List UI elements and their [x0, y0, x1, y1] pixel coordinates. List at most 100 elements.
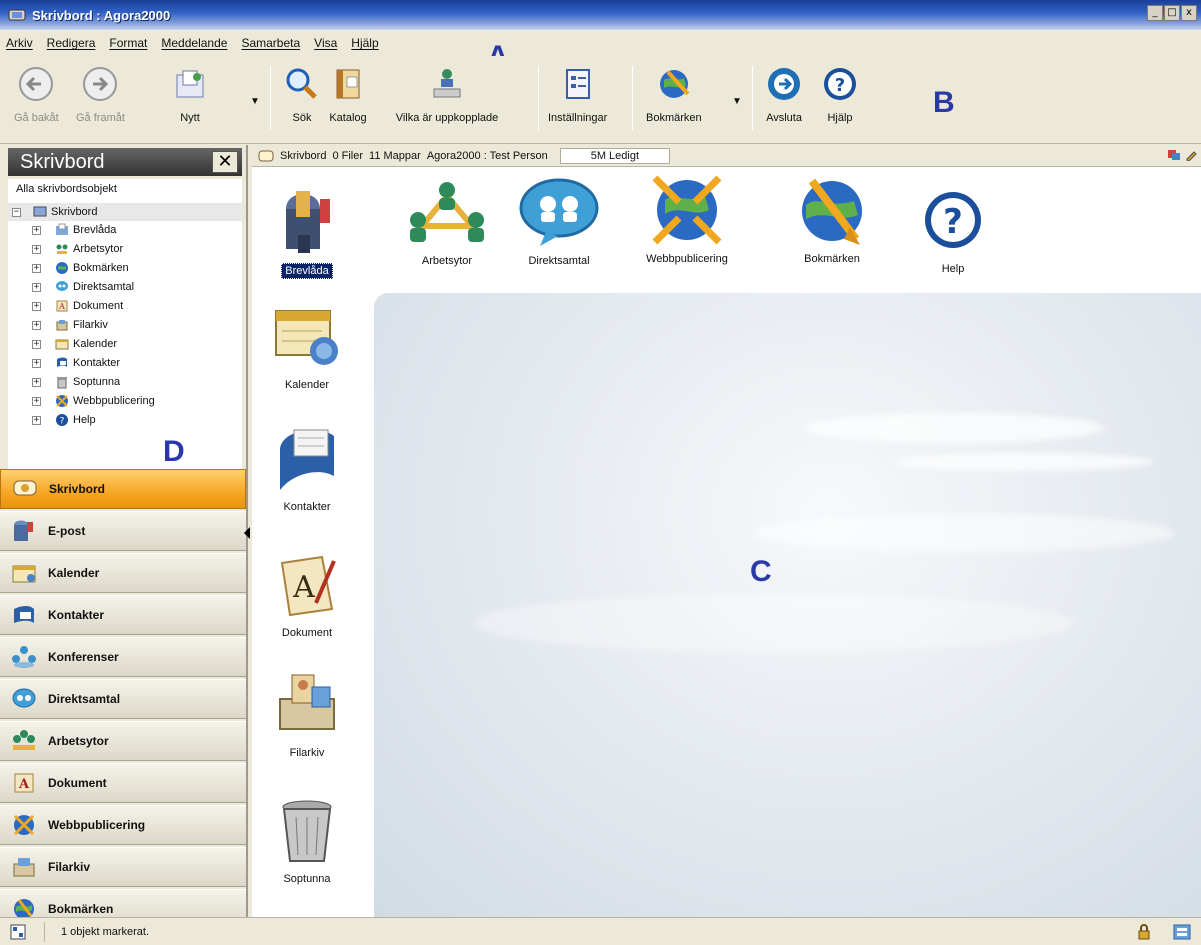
- nav-webbpublicering[interactable]: Webbpublicering: [0, 805, 246, 845]
- menu-visa[interactable]: Visa: [314, 36, 337, 50]
- bookmarks-dropdown-arrow[interactable]: ▼: [732, 96, 742, 107]
- desktop-icon-direktsamtal[interactable]: Direktsamtal: [514, 177, 604, 267]
- desktop-icon-label: Arbetsytor: [421, 255, 473, 267]
- desktop-icon-label: Kalender: [284, 379, 330, 391]
- nav-label: Direktsamtal: [48, 692, 121, 706]
- tree-item-label: Arbetsytor: [73, 243, 124, 255]
- desktop-icon-help[interactable]: ? Help: [918, 185, 988, 275]
- mailbox-icon: [56, 223, 68, 235]
- calendar-icon: [12, 565, 36, 583]
- exit-button[interactable]: Avsluta: [762, 62, 806, 124]
- tree-item-help[interactable]: +? Help: [32, 411, 96, 429]
- tree-item-label: Kontakter: [73, 357, 121, 369]
- address-path: Skrivbord: [280, 149, 327, 162]
- nav-kontakter[interactable]: Kontakter: [0, 595, 246, 635]
- back-button[interactable]: Gå bakåt: [14, 62, 59, 124]
- file-archive-icon: [279, 674, 335, 730]
- nav-label: Konferenser: [48, 650, 119, 664]
- svg-text:?: ?: [835, 75, 845, 96]
- globe-icon: [802, 178, 862, 245]
- tree-collapse-icon[interactable]: −: [12, 207, 21, 217]
- toolbar: Gå bakåt Gå framåt Nytt ▼ Sök Katalog Vi…: [0, 56, 1201, 144]
- tree-item-soptunna[interactable]: + Soptunna: [32, 373, 120, 391]
- tree-item-kalender[interactable]: + Kalender: [32, 335, 117, 353]
- nav-arbetsytor[interactable]: Arbetsytor: [0, 721, 246, 761]
- tree-root-label: Skrivbord: [51, 206, 98, 218]
- left-pane-close-button[interactable]: ✕: [212, 151, 238, 173]
- new-dropdown-arrow[interactable]: ▼: [250, 96, 260, 107]
- menu-meddelande[interactable]: Meddelande: [161, 36, 227, 50]
- forward-arrow-icon: [83, 67, 118, 101]
- desktop-icon-arbetsytor[interactable]: Arbetsytor: [402, 177, 492, 267]
- nav-dokument[interactable]: A Dokument: [0, 763, 246, 803]
- desktop-icon-label: Help: [941, 263, 965, 275]
- tree-item-dokument[interactable]: + A Dokument: [32, 297, 123, 315]
- desktop-icon-bokmarken[interactable]: Bokmärken: [790, 175, 874, 265]
- settings-form-icon: [565, 69, 590, 99]
- calendar-icon: [55, 339, 69, 350]
- desktop-icon-kalender[interactable]: Kalender: [272, 301, 342, 391]
- nav-kalender[interactable]: Kalender: [0, 553, 246, 593]
- search-button[interactable]: Sök: [280, 62, 324, 124]
- help-icon: ?: [824, 68, 856, 100]
- desktop-icon-kontakter[interactable]: Kontakter: [272, 423, 342, 513]
- minimize-button[interactable]: _: [1147, 5, 1163, 21]
- settings-button[interactable]: Inställningar: [548, 62, 607, 124]
- contacts-icon: [14, 606, 34, 623]
- status-grid-icon: [10, 924, 26, 939]
- document-icon: A: [280, 555, 336, 617]
- catalog-button[interactable]: Katalog: [326, 62, 370, 124]
- desktop-icon-soptunna[interactable]: Soptunna: [272, 795, 342, 885]
- desktop-icon-label: Direktsamtal: [528, 255, 590, 267]
- online-users-button[interactable]: Vilka är uppkopplade: [372, 62, 522, 124]
- menu-format[interactable]: Format: [109, 36, 147, 50]
- tree-all-objects[interactable]: Alla skrivbordsobjekt: [8, 179, 242, 199]
- menu-samarbeta[interactable]: Samarbeta: [241, 36, 300, 50]
- collapse-pane-arrow[interactable]: [244, 527, 250, 539]
- trash-icon: [57, 377, 67, 389]
- nav-konferenser[interactable]: Konferenser: [0, 637, 246, 677]
- menu-redigera[interactable]: Redigera: [47, 36, 96, 50]
- menu-arkiv[interactable]: Arkiv: [6, 36, 33, 50]
- tree-item-bokmarken[interactable]: + Bokmärken: [32, 259, 129, 277]
- workspace-people-icon: [410, 182, 484, 242]
- help-button[interactable]: ? Hjälp: [818, 62, 862, 124]
- desktop-icon-dokument[interactable]: A Dokument: [272, 549, 342, 639]
- menu-hjalp[interactable]: Hjälp: [351, 36, 378, 50]
- nav-label: E-post: [48, 524, 86, 538]
- maximize-button[interactable]: □: [1164, 5, 1180, 21]
- chat-bubble-icon: [519, 178, 599, 246]
- desktop-icon-filarkiv[interactable]: Filarkiv: [272, 669, 342, 759]
- help-icon: ?: [56, 414, 68, 427]
- tree-item-filarkiv[interactable]: + Filarkiv: [32, 316, 108, 334]
- catalog-label: Katalog: [329, 112, 367, 124]
- copy-icon[interactable]: [1167, 149, 1181, 161]
- desktop-icon-webbpublicering[interactable]: Webbpublicering: [632, 175, 742, 265]
- tree-item-webbpublicering[interactable]: + Webbpublicering: [32, 392, 155, 410]
- svg-text:A: A: [58, 302, 65, 311]
- edit-pencil-icon[interactable]: [1185, 149, 1197, 161]
- tree-root[interactable]: − Skrivbord: [8, 203, 242, 221]
- bookmarks-button[interactable]: Bokmärken: [646, 62, 702, 124]
- nav-direktsamtal[interactable]: Direktsamtal: [0, 679, 246, 719]
- forward-button[interactable]: Gå framåt: [76, 62, 125, 124]
- tree-item-label: Kalender: [73, 338, 118, 350]
- contacts-icon: [280, 429, 334, 490]
- back-label: Gå bakåt: [14, 112, 59, 124]
- nav-e-post[interactable]: E-post: [0, 511, 246, 551]
- desktop-icon-brevlada[interactable]: Brevlåda: [272, 185, 342, 279]
- tree-item-brevlada[interactable]: + Brevlåda: [32, 221, 116, 239]
- nav-filarkiv[interactable]: Filarkiv: [0, 847, 246, 887]
- desktop-view: Skrivbord 0 Filer 11 Mappar Agora2000 : …: [252, 145, 1201, 917]
- calendar-icon: [275, 310, 338, 365]
- desktop-icon-label: Brevlåda: [281, 263, 333, 279]
- settings-label: Inställningar: [548, 112, 608, 124]
- nav-skrivbord[interactable]: Skrivbord: [0, 469, 246, 509]
- nav-label: Arbetsytor: [48, 734, 109, 748]
- new-button[interactable]: Nytt: [168, 62, 212, 124]
- online-users-icon: [433, 69, 461, 98]
- tree-item-kontakter[interactable]: + Kontakter: [32, 354, 120, 372]
- close-button[interactable]: x: [1181, 5, 1197, 21]
- tree-item-arbetsytor[interactable]: + Arbetsytor: [32, 240, 123, 258]
- tree-item-direktsamtal[interactable]: + Direktsamtal: [32, 278, 134, 296]
